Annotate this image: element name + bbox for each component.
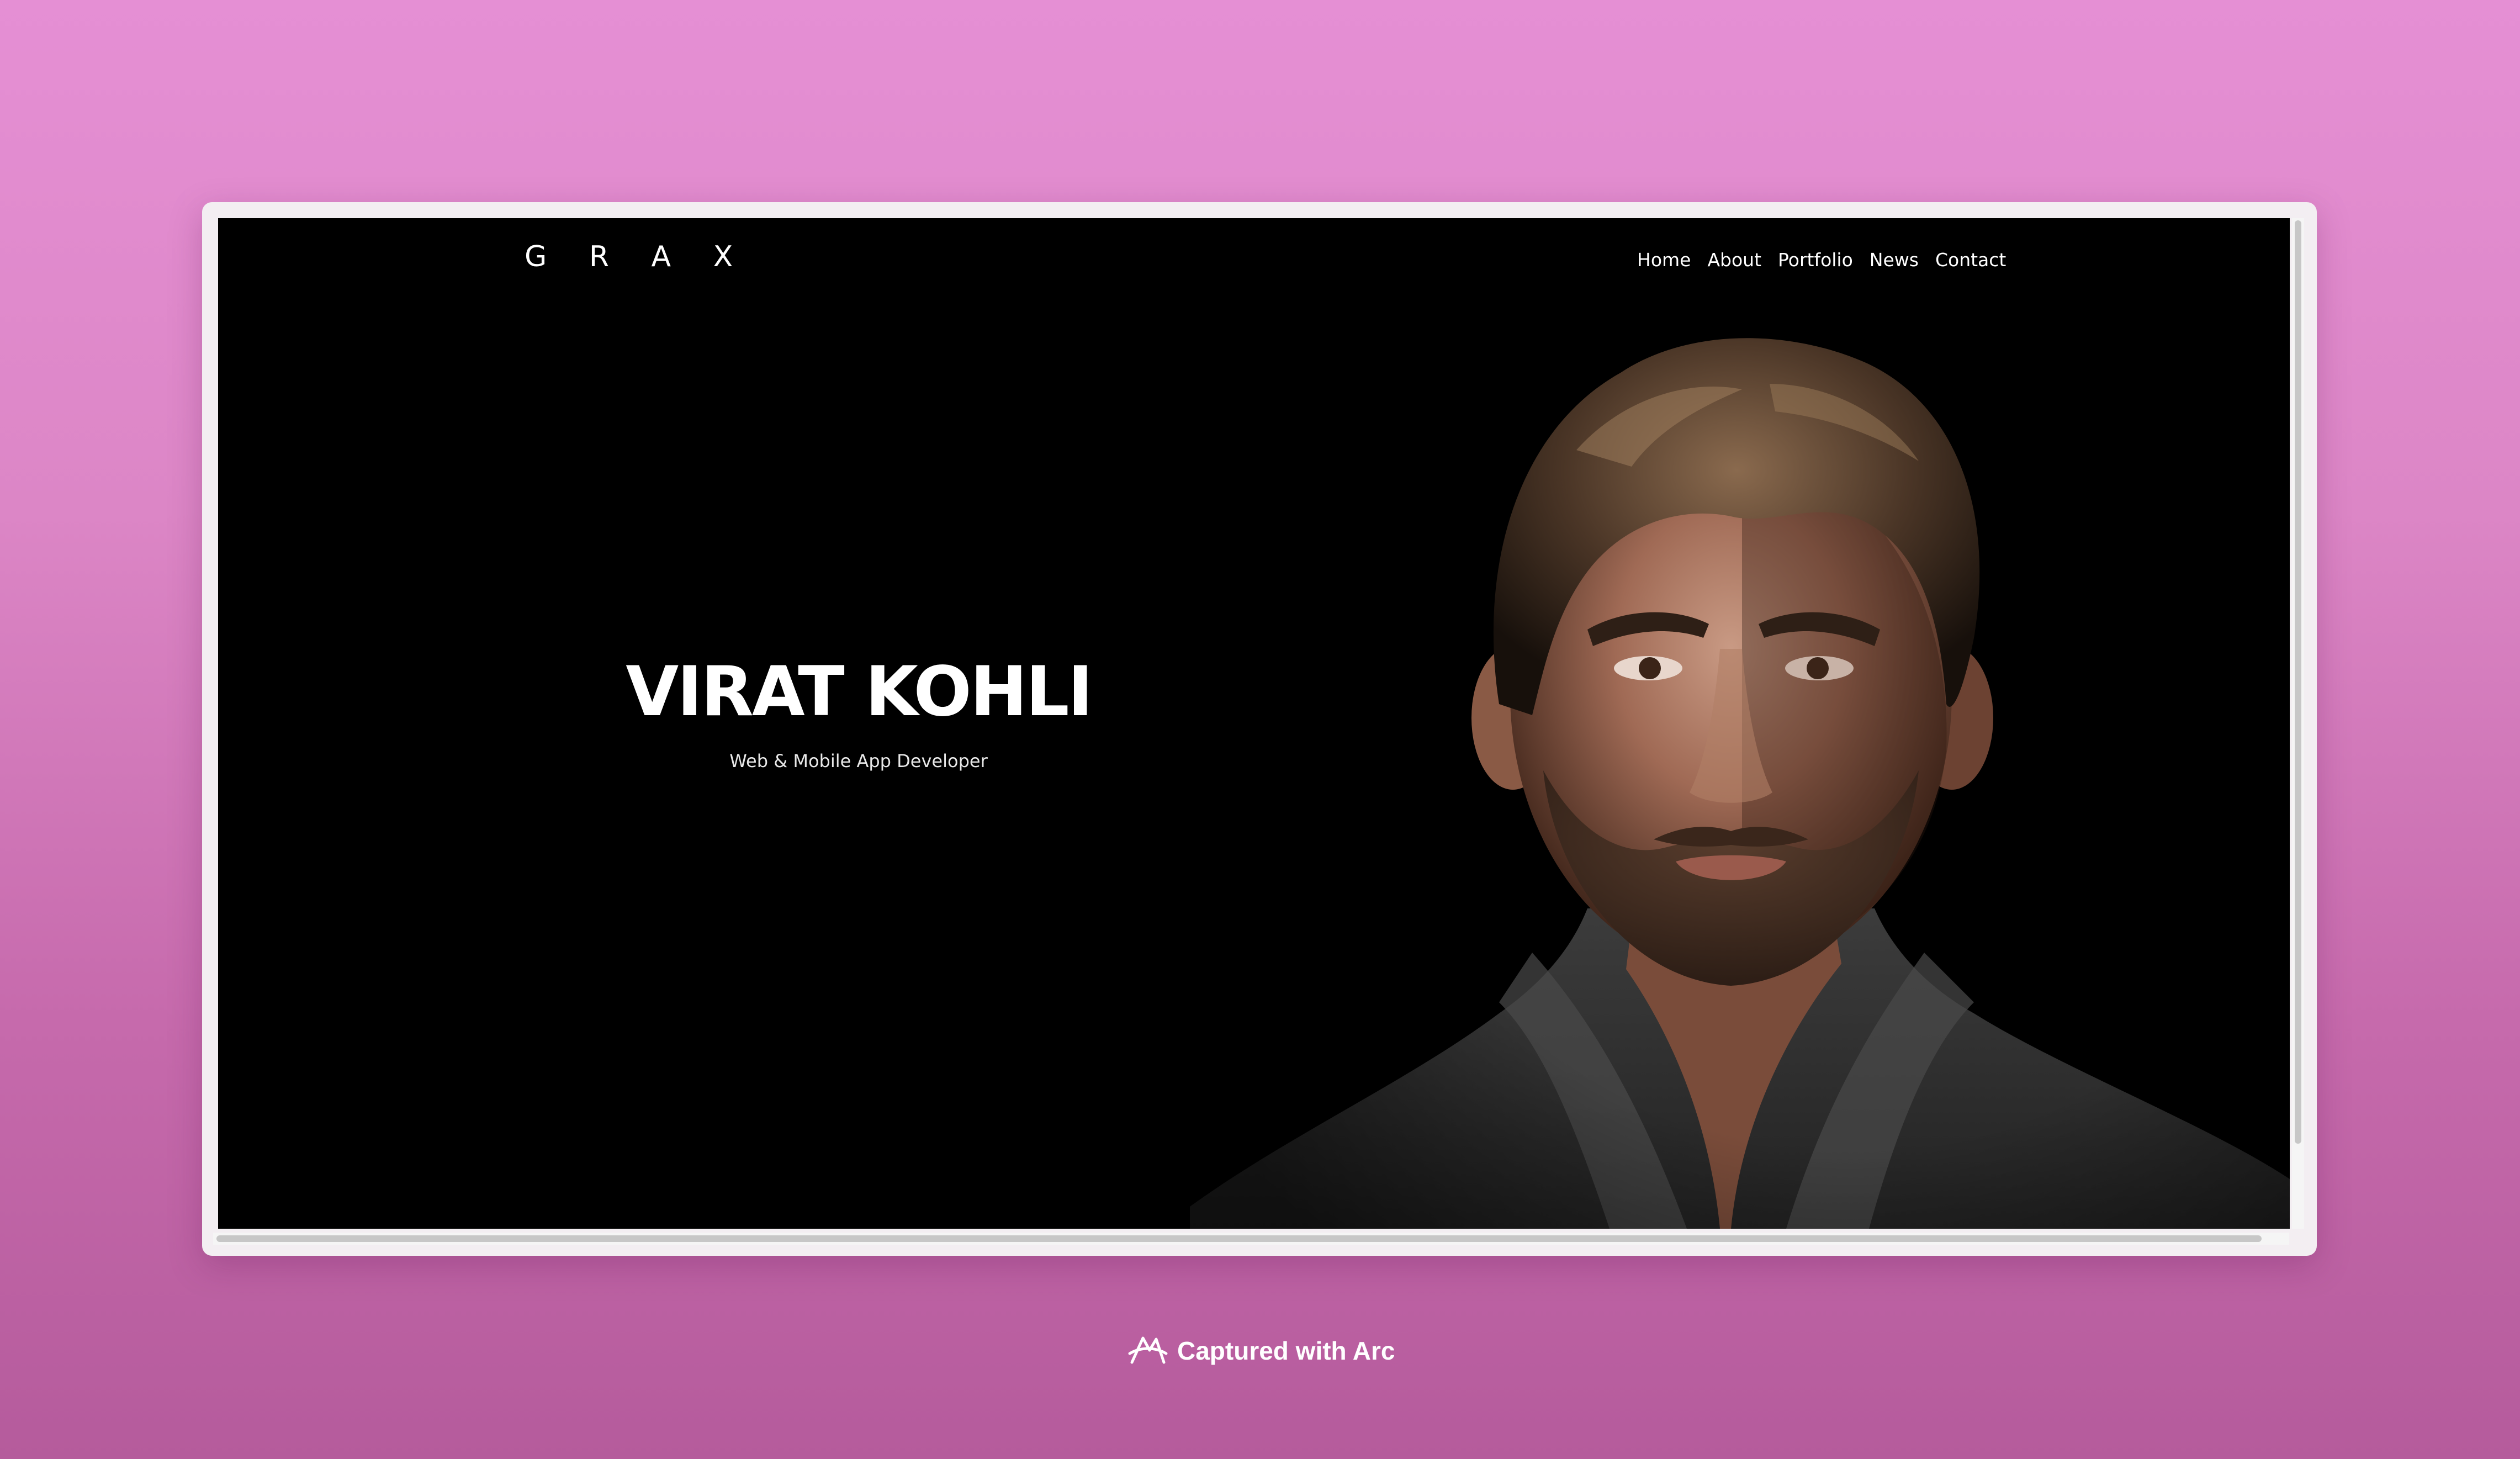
nav-news[interactable]: News [1870,249,1919,271]
nav-portfolio[interactable]: Portfolio [1778,249,1853,271]
portrait-image [1190,218,2290,1229]
nav-about[interactable]: About [1707,249,1761,271]
main-nav: Home About Portfolio News Contact [1637,249,2006,271]
capture-caption: Captured with Arc [1127,1334,1395,1368]
hero-section: VIRAT KOHLI Web & Mobile App Developer [583,652,1135,772]
caption-text: Captured with Arc [1177,1336,1395,1365]
nav-contact[interactable]: Contact [1935,249,2006,271]
browser-window: G R A X Home About Portfolio News Contac… [202,202,2317,1256]
vertical-scrollbar-thumb[interactable] [2295,220,2301,1144]
hero-role: Web & Mobile App Developer [729,750,988,772]
arc-logo-icon [1128,1336,1168,1364]
horizontal-scrollbar-thumb[interactable] [216,1235,2262,1242]
hero-name: VIRAT KOHLI [626,652,1093,732]
site-logo[interactable]: G R A X [525,240,749,273]
vertical-scrollbar[interactable] [2292,218,2304,1229]
nav-home[interactable]: Home [1637,249,1691,271]
page-viewport: G R A X Home About Portfolio News Contac… [218,218,2290,1229]
horizontal-scrollbar[interactable] [213,1233,2289,1245]
